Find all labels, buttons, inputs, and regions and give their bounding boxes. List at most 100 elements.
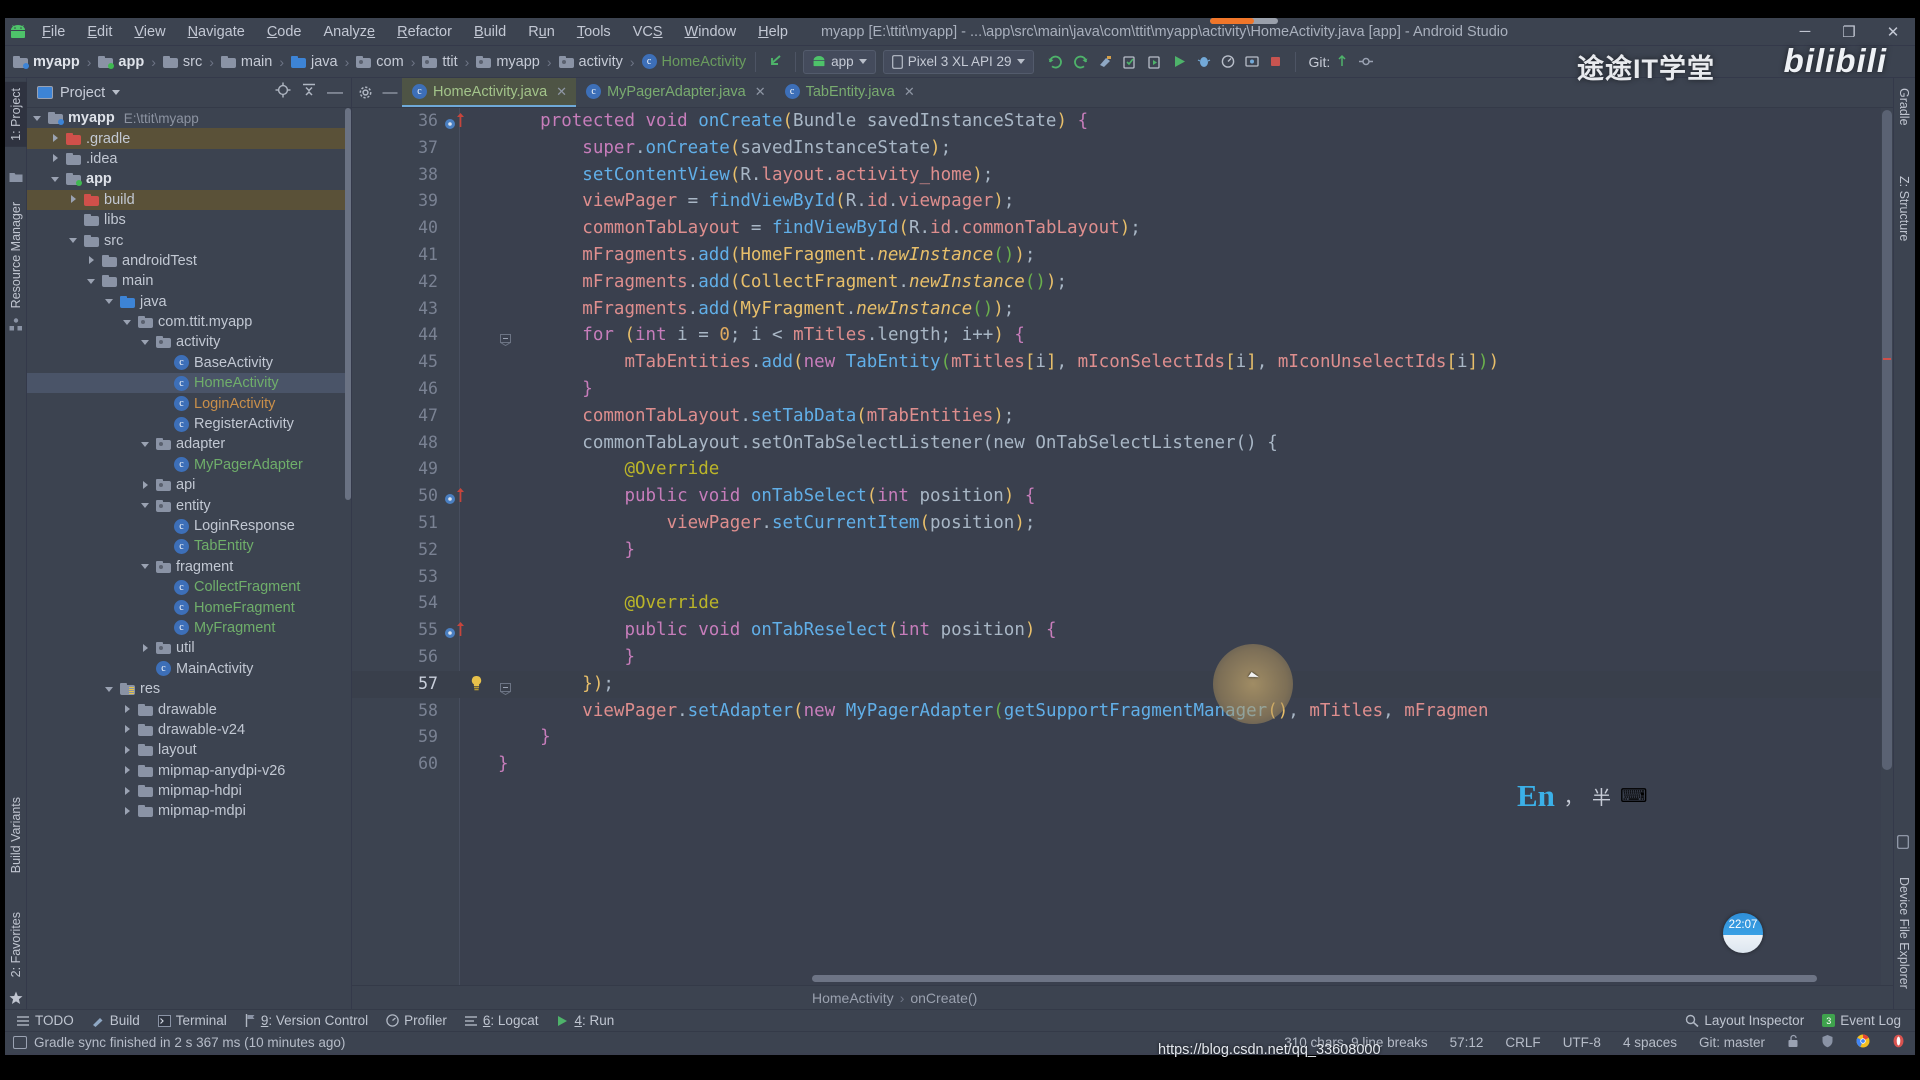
chevron-down-icon[interactable]: [141, 439, 152, 450]
tree-item-mipmap-mdpi[interactable]: mipmap-mdpi: [27, 801, 351, 821]
code-line-41[interactable]: 41 mFragments.add(HomeFragment.newInstan…: [352, 242, 1893, 269]
breadcrumb-item-activity[interactable]: activity: [557, 54, 625, 70]
menu-view[interactable]: View: [123, 21, 176, 43]
notification-icon[interactable]: [13, 1036, 27, 1049]
code-line-45[interactable]: 45 mTabEntities.add(new TabEntity(mTitle…: [352, 349, 1893, 376]
menu-file[interactable]: File: [31, 21, 76, 43]
tree-item-mainactivity[interactable]: c MainActivity: [27, 659, 351, 679]
chevron-down-icon[interactable]: [141, 337, 152, 348]
code-line-49[interactable]: 49 @Override: [352, 456, 1893, 483]
editor-horizontal-scrollbar[interactable]: [812, 975, 1817, 982]
tree-item-fragment[interactable]: fragment: [27, 557, 351, 577]
code-line-51[interactable]: 51 viewPager.setCurrentItem(position);: [352, 510, 1893, 537]
menu-navigate[interactable]: Navigate: [177, 21, 256, 43]
tree-item--idea[interactable]: .idea: [27, 149, 351, 169]
redo-icon[interactable]: [1068, 50, 1093, 74]
inspection-icon[interactable]: [1821, 1034, 1834, 1051]
git-branch[interactable]: Git: master: [1699, 1035, 1765, 1050]
bottom-tool-build[interactable]: Build: [88, 1013, 154, 1028]
chevron-down-icon[interactable]: [105, 296, 116, 307]
code-line-55[interactable]: 55 public void onTabReselect(int positio…: [352, 617, 1893, 644]
caret-position[interactable]: 57:12: [1450, 1035, 1484, 1050]
chevron-down-icon-project[interactable]: [112, 90, 121, 95]
tree-item-androidtest[interactable]: androidTest: [27, 251, 351, 271]
code-line-36[interactable]: 36 protected void onCreate(Bundle savedI…: [352, 108, 1893, 135]
chevron-right-icon[interactable]: [51, 133, 62, 144]
tree-item-com-ttit-myapp[interactable]: com.ttit.myapp: [27, 312, 351, 332]
tree-item-tabentity[interactable]: c TabEntity: [27, 536, 351, 556]
tree-item-adapter[interactable]: adapter: [27, 434, 351, 454]
menu-refactor[interactable]: Refactor: [386, 21, 463, 43]
run-configuration-selector[interactable]: app: [803, 49, 876, 74]
code-editor[interactable]: 36 protected void onCreate(Bundle savedI…: [352, 108, 1893, 985]
file-encoding[interactable]: UTF-8: [1563, 1035, 1601, 1050]
bottom-tool-todo[interactable]: TODO: [13, 1013, 88, 1028]
breadcrumb-item-com[interactable]: com: [354, 54, 405, 70]
editor-tab-homeactivity-java[interactable]: c HomeActivity.java ✕: [402, 78, 577, 107]
bottom-tool-terminal[interactable]: Terminal: [154, 1013, 241, 1028]
tree-item-src[interactable]: src: [27, 230, 351, 250]
chevron-right-icon[interactable]: [123, 745, 134, 756]
collapse-all-icon[interactable]: [301, 82, 317, 103]
menu-tools[interactable]: Tools: [566, 21, 622, 43]
tree-item-homefragment[interactable]: c HomeFragment: [27, 597, 351, 617]
minimize-editor-icon[interactable]: —: [378, 78, 402, 107]
code-line-57[interactable]: 57 });: [352, 670, 1893, 698]
vcs-update-icon[interactable]: [1330, 50, 1354, 74]
menu-code[interactable]: Code: [256, 21, 313, 43]
menu-analyze[interactable]: Analyze: [313, 21, 387, 43]
code-line-46[interactable]: 46 }: [352, 376, 1893, 403]
sidebar-item-project[interactable]: 1: Project: [5, 82, 27, 147]
locate-target-icon[interactable]: [275, 82, 291, 103]
app-icon[interactable]: [1892, 1034, 1905, 1051]
close-icon[interactable]: ✕: [556, 84, 567, 100]
code-line-47[interactable]: 47 commonTabLayout.setTabData(mTabEntiti…: [352, 403, 1893, 430]
chevron-right-icon[interactable]: [123, 786, 134, 797]
menu-vcs[interactable]: VCS: [622, 21, 674, 43]
modified-up-icon[interactable]: [456, 620, 465, 647]
menu-window[interactable]: Window: [674, 21, 748, 43]
editor-tab-mypageradapter-java[interactable]: c MyPagerAdapter.java ✕: [576, 78, 775, 107]
tree-item--gradle[interactable]: .gradle: [27, 128, 351, 149]
tree-item-mipmap-hdpi[interactable]: mipmap-hdpi: [27, 781, 351, 801]
code-line-40[interactable]: 40 commonTabLayout = findViewById(R.id.c…: [352, 215, 1893, 242]
breadcrumb-item-app[interactable]: app: [96, 54, 146, 70]
menu-help[interactable]: Help: [747, 21, 799, 43]
sidebar-item-resource-manager[interactable]: Resource Manager: [5, 196, 27, 314]
tree-item-java[interactable]: java: [27, 292, 351, 312]
tree-item-homeactivity[interactable]: c HomeActivity: [27, 373, 351, 394]
unlocked-icon[interactable]: [1787, 1034, 1799, 1051]
bottom-tool-6-logcat[interactable]: 6: Logcat: [461, 1013, 553, 1028]
tree-item-myapp[interactable]: myapp E:\ttit\myapp: [27, 108, 351, 128]
project-tree[interactable]: myapp E:\ttit\myapp .gradle .idea app build li…: [27, 108, 351, 1009]
chrome-icon[interactable]: [1856, 1034, 1870, 1051]
code-line-52[interactable]: 52 }: [352, 537, 1893, 564]
breadcrumb-item-ttit[interactable]: ttit: [420, 54, 459, 70]
code-line-58[interactable]: 58 viewPager.setAdapter(new MyPagerAdapt…: [352, 698, 1893, 725]
code-line-50[interactable]: 50 public void onTabSelect(int position)…: [352, 483, 1893, 510]
tree-item-drawable[interactable]: drawable: [27, 699, 351, 719]
code-line-53[interactable]: 53: [352, 564, 1893, 591]
breadcrumb-item-main[interactable]: main: [219, 54, 274, 70]
code-line-60[interactable]: 60}: [352, 751, 1893, 778]
tree-item-loginactivity[interactable]: c LoginActivity: [27, 393, 351, 413]
tree-item-registeractivity[interactable]: c RegisterActivity: [27, 414, 351, 434]
tree-item-myfragment[interactable]: c MyFragment: [27, 618, 351, 638]
project-tree-scrollbar[interactable]: [345, 108, 351, 500]
tree-item-build[interactable]: build: [27, 189, 351, 210]
code-lines[interactable]: 36 protected void onCreate(Bundle savedI…: [352, 108, 1893, 985]
breadcrumb-item-myapp[interactable]: myapp: [11, 54, 82, 70]
sidebar-item-device-file-explorer[interactable]: Device File Explorer: [1893, 871, 1915, 995]
tree-item-collectfragment[interactable]: c CollectFragment: [27, 577, 351, 597]
chevron-down-icon[interactable]: [105, 684, 116, 695]
bottom-tool-profiler[interactable]: Profiler: [382, 1013, 461, 1028]
code-line-48[interactable]: 48 commonTabLayout.setOnTabSelectListene…: [352, 430, 1893, 457]
device-selector[interactable]: Pixel 3 XL API 29: [882, 49, 1034, 74]
chevron-down-icon[interactable]: [51, 174, 62, 185]
chevron-down-icon[interactable]: [87, 276, 98, 287]
tree-item-baseactivity[interactable]: c BaseActivity: [27, 353, 351, 373]
tree-item-drawable-v24[interactable]: drawable-v24: [27, 720, 351, 740]
tree-item-app[interactable]: app: [27, 169, 351, 189]
chevron-right-icon[interactable]: [141, 643, 152, 654]
modified-up-icon[interactable]: [456, 486, 465, 513]
